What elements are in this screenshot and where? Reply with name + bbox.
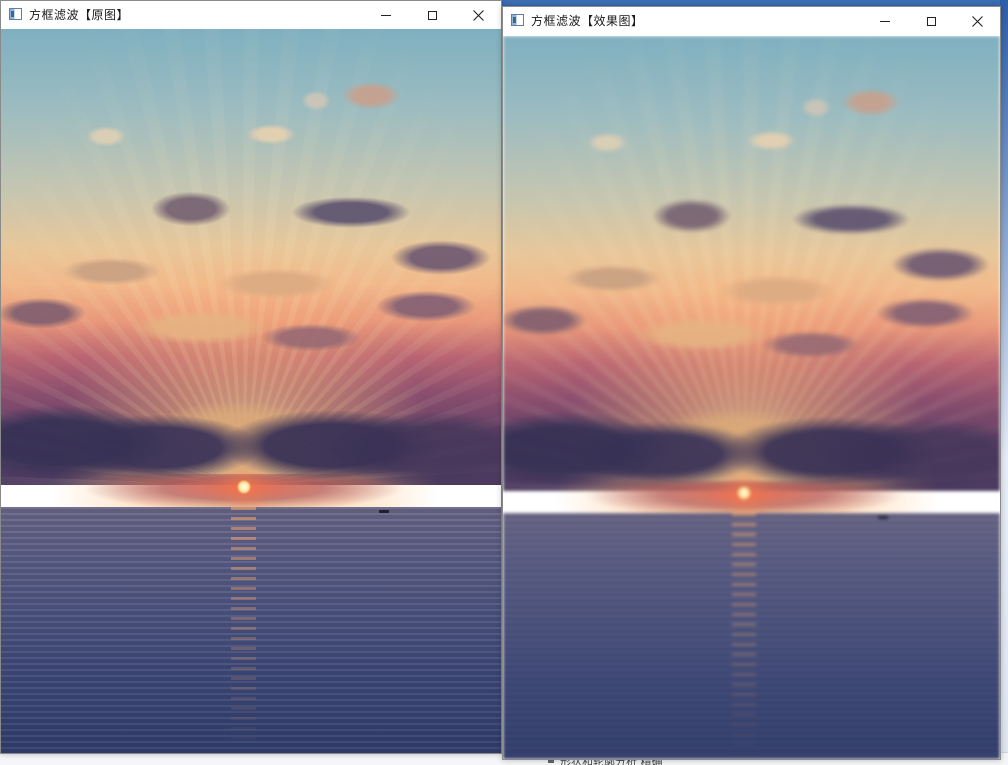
app-window-icon: [9, 8, 22, 20]
close-button[interactable]: [954, 7, 1000, 35]
boat: [378, 509, 389, 513]
upper-clouds: [1, 188, 501, 363]
result-image-window[interactable]: 方框滤波【效果图】: [502, 6, 1001, 760]
sun-reflection: [231, 506, 256, 753]
desktop: 形状和轮廓分析 精确 方框滤波【原图】 方框滤波【效果图】: [0, 0, 1008, 765]
maximize-button[interactable]: [409, 1, 455, 29]
sunset-image: [1, 29, 501, 753]
close-button[interactable]: [455, 1, 501, 29]
maximize-button[interactable]: [908, 7, 954, 35]
top-clouds: [1, 65, 501, 167]
upper-clouds: [503, 195, 1000, 369]
image-canvas[interactable]: [1, 29, 501, 753]
minimize-icon: [381, 14, 391, 16]
window-title: 方框滤波【效果图】: [531, 14, 644, 28]
minimize-button[interactable]: [862, 7, 908, 35]
boat: [878, 516, 889, 520]
titlebar[interactable]: 方框滤波【原图】: [1, 1, 501, 29]
titlebar[interactable]: 方框滤波【效果图】: [503, 7, 1000, 36]
dark-clouds: [1, 391, 501, 486]
sun-reflection: [731, 513, 757, 759]
sun: [737, 485, 752, 500]
sunset-image-blurred: [503, 36, 1000, 759]
window-title: 方框滤波【原图】: [29, 8, 130, 22]
close-icon: [971, 15, 983, 27]
image-canvas[interactable]: [503, 36, 1000, 759]
app-window-icon: [511, 14, 524, 26]
maximize-icon: [427, 10, 437, 20]
minimize-button[interactable]: [363, 1, 409, 29]
background-window-edge: [1000, 0, 1008, 765]
sun: [236, 479, 251, 494]
original-image-window[interactable]: 方框滤波【原图】: [0, 0, 502, 754]
top-clouds: [503, 72, 1000, 174]
minimize-icon: [880, 20, 890, 22]
maximize-icon: [926, 16, 936, 26]
dark-clouds: [503, 397, 1000, 492]
close-icon: [472, 9, 484, 21]
